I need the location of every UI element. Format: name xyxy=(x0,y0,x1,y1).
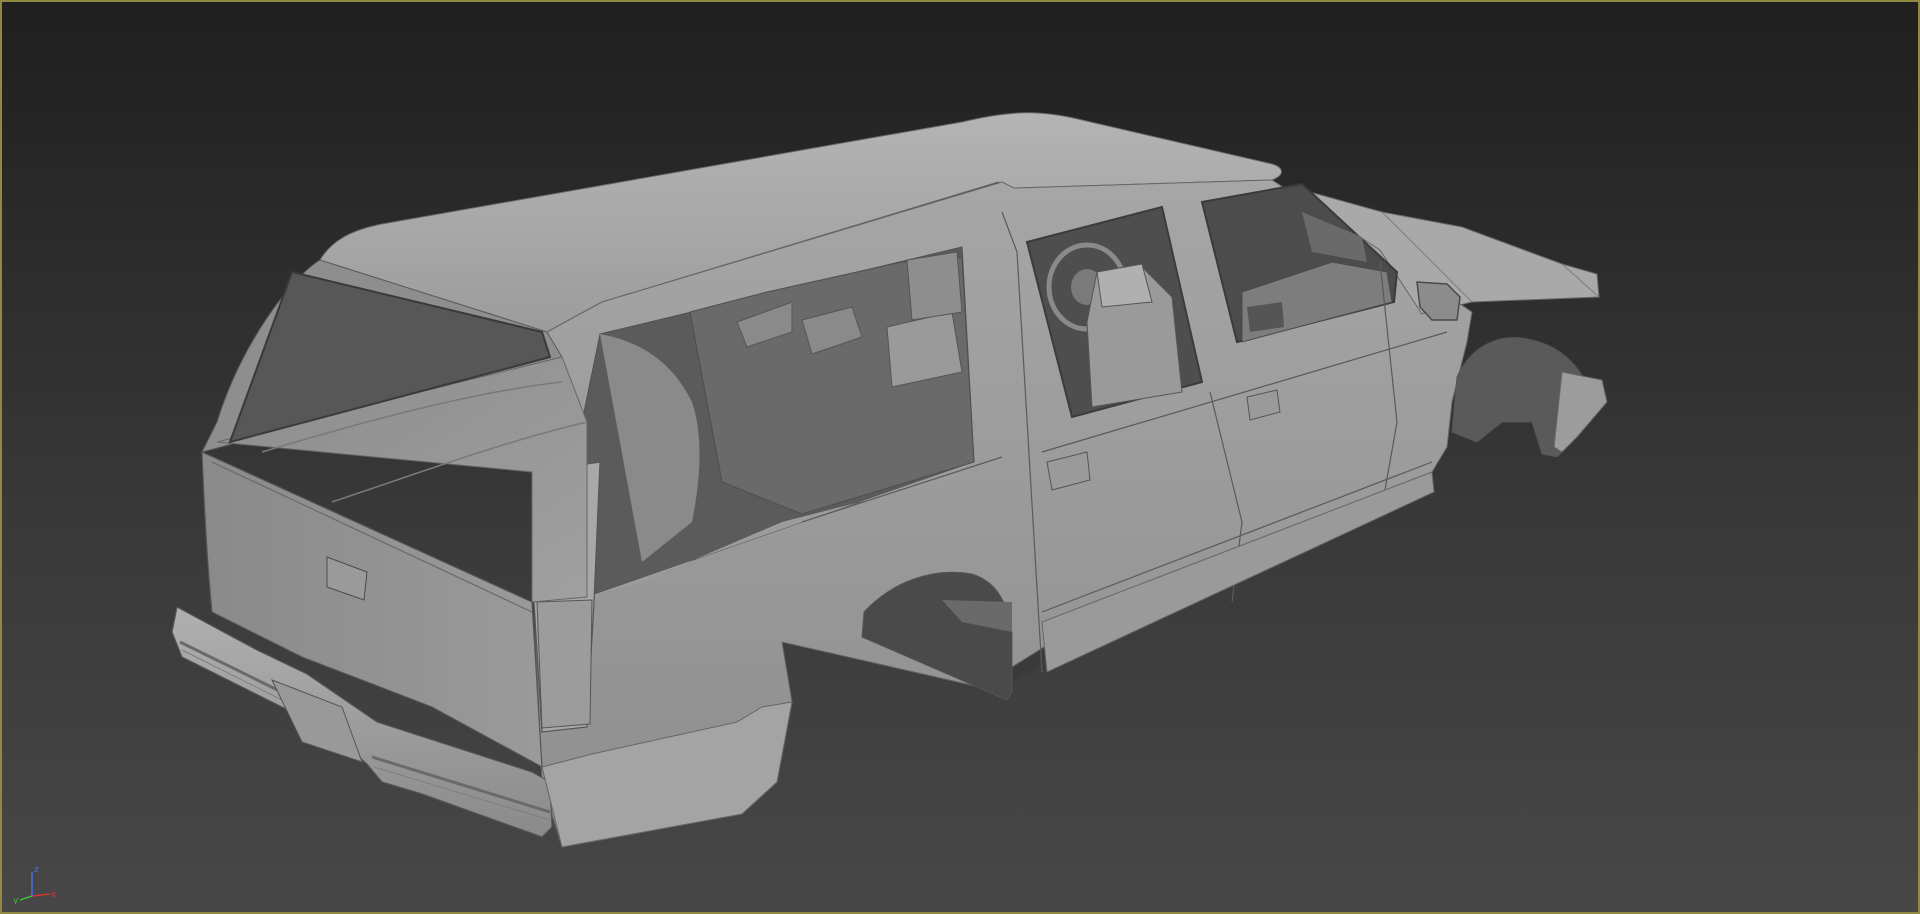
3d-viewport[interactable]: x y z xyxy=(0,0,1920,914)
suv-model[interactable] xyxy=(2,2,1920,914)
front-wheel-arch xyxy=(1451,337,1608,458)
x-axis-label: x xyxy=(51,890,57,900)
y-axis-label: y xyxy=(13,896,19,904)
x-axis-line xyxy=(31,893,51,897)
z-axis-label: z xyxy=(34,865,39,875)
axis-gizmo: x y z xyxy=(13,865,57,904)
y-axis-line xyxy=(19,895,33,901)
